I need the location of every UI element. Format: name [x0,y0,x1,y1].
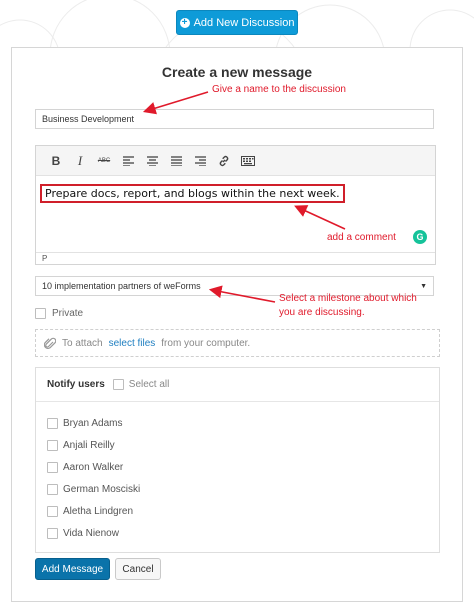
user-checkbox[interactable] [47,417,58,429]
user-checkbox[interactable] [47,505,58,517]
user-checkbox[interactable] [47,527,58,539]
user-checkbox[interactable] [47,461,58,473]
discussion-title-value: Business Development [42,114,135,124]
user-name: German Mosciski [63,483,141,495]
chevron-down-icon: ▼ [420,282,427,290]
select-files-link[interactable]: select files [109,338,156,349]
user-item: Bryan Adams [47,412,140,434]
file-attach-dropzone[interactable]: To attach select files from your compute… [35,329,440,357]
milestone-value: 10 implementation partners of weForms [42,281,201,291]
select-all-option: Select all [112,379,170,390]
cancel-button[interactable]: Cancel [115,558,161,580]
attach-prefix: To attach [62,337,103,349]
user-name: Aaron Walker [63,461,124,473]
notify-users-panel: Notify users Select all Bryan Adams Anja… [35,367,440,553]
private-label: Private [52,308,84,319]
keyboard-icon[interactable] [236,151,260,171]
user-item: Aaron Walker [47,456,140,478]
private-checkbox[interactable] [35,308,46,319]
annotation-name-hint: Give a name to the discussion [212,84,346,95]
link-icon[interactable] [212,151,236,171]
annotation-comment-hint: add a comment [327,232,396,243]
user-list: Bryan Adams Anjali Reilly Aaron Walker G… [47,412,140,544]
user-checkbox[interactable] [47,439,58,451]
notify-users-title: Notify users [47,379,105,390]
notify-users-header: Notify users Select all [36,368,439,402]
grammarly-icon[interactable]: G [413,230,427,244]
align-justify-icon[interactable] [164,151,188,171]
discussion-title-input[interactable]: Business Development [35,109,434,129]
paperclip-icon [44,337,56,349]
editor-toolbar: B I ABC [36,146,435,176]
user-name: Vida Nienow [63,527,119,539]
align-left-icon[interactable] [116,151,140,171]
annotation-milestone-hint-2: you are discussing. [279,307,365,318]
plus-circle-icon: + [179,17,190,28]
select-all-checkbox[interactable] [112,379,124,390]
top-bar: + Add New Discussion [0,0,474,48]
user-item: German Mosciski [47,478,140,500]
align-right-icon[interactable] [188,151,212,171]
add-new-discussion-button[interactable]: + Add New Discussion [176,10,298,35]
form-actions: Add Message Cancel [35,558,161,580]
editor-content: Prepare docs, report, and blogs within t… [40,184,345,203]
form-title: Create a new message [161,64,313,80]
select-all-label: Select all [128,379,170,390]
add-message-button[interactable]: Add Message [35,558,110,580]
attach-suffix: from your computer. [161,337,251,349]
strikethrough-icon[interactable]: ABC [92,151,116,171]
add-new-discussion-label: Add New Discussion [193,16,295,29]
message-editor: B I ABC Prepare docs, report, and blogs … [35,145,436,265]
user-name: Bryan Adams [63,417,123,429]
user-name: Anjali Reilly [63,439,115,451]
annotation-milestone-hint-1: Select a milestone about which [279,293,417,304]
italic-icon[interactable]: I [68,151,92,171]
align-center-icon[interactable] [140,151,164,171]
user-item: Anjali Reilly [47,434,140,456]
user-name: Aletha Lindgren [63,505,134,517]
private-option: Private [35,308,83,319]
user-item: Aletha Lindgren [47,500,140,522]
user-item: Vida Nienow [47,522,140,544]
new-message-form: Create a new message Business Developmen… [11,47,463,602]
editor-path-statusbar: P [36,252,435,264]
user-checkbox[interactable] [47,483,58,495]
bold-icon[interactable]: B [44,151,68,171]
